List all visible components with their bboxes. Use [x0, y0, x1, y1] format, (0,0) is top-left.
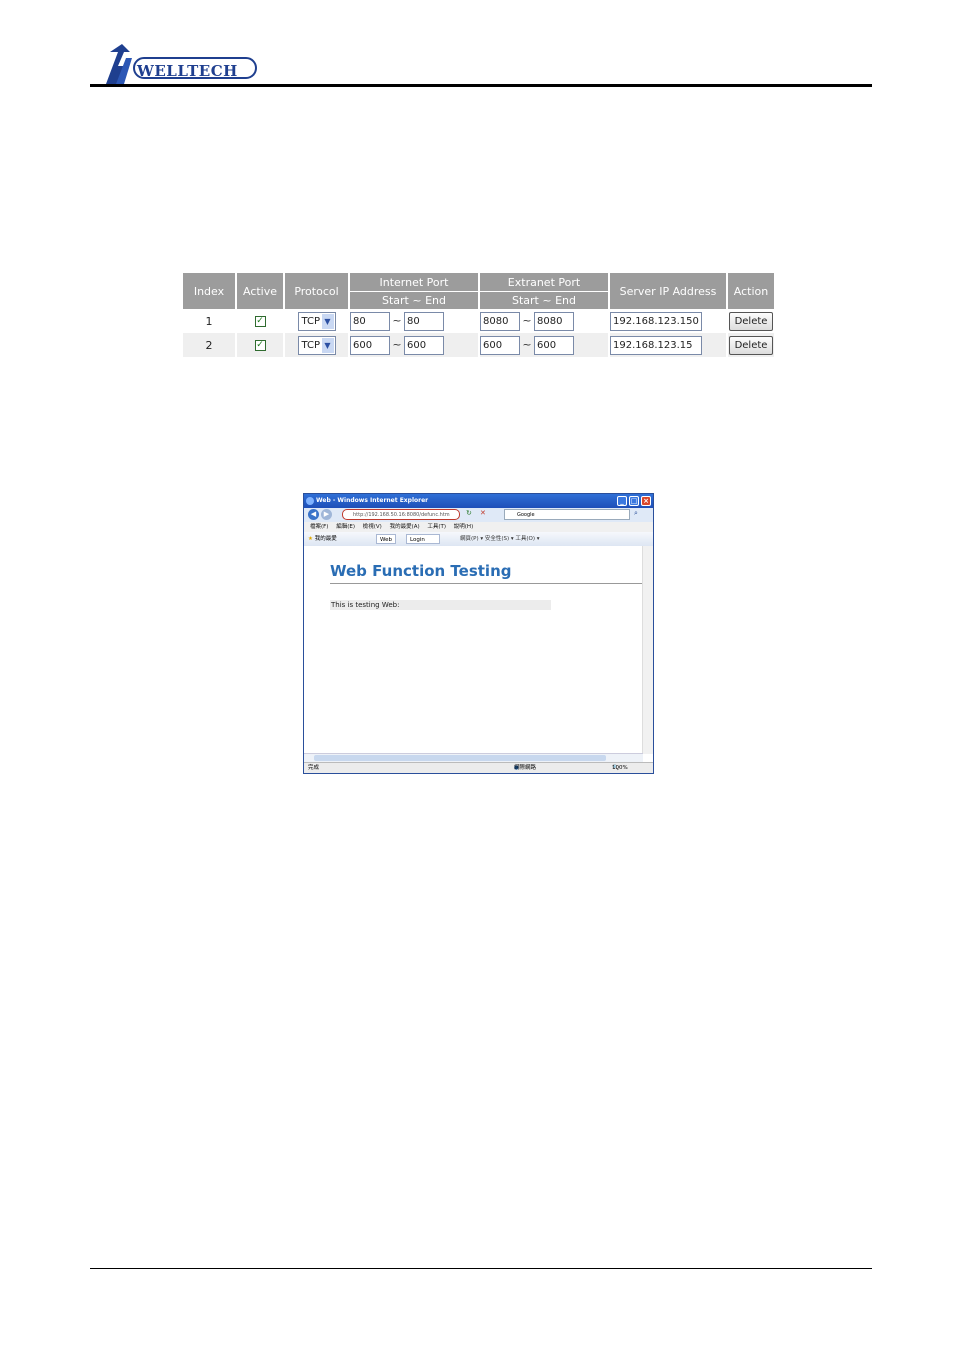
extranet-end-input[interactable]: 8080 — [534, 311, 574, 331]
tab-login[interactable]: Login — [406, 534, 440, 544]
refresh-icon[interactable]: ↻ — [466, 509, 472, 517]
window-title: Web - Windows Internet Explorer — [316, 497, 429, 504]
server-ip-input[interactable]: 192.168.123.15 — [610, 335, 702, 355]
row-index: 2 — [183, 333, 235, 357]
navigation-bar: ◀ ▶ http://192.168.50.16:8080/defunc.htm… — [304, 508, 653, 522]
table-row: 2 ✓ TCP ▼ 600 ~600 600 ~600 192.168.123.15 … — [183, 333, 774, 357]
protocol-select[interactable]: TCP ▼ — [297, 335, 336, 355]
delete-button[interactable]: Delete — [728, 311, 774, 331]
back-arrow-icon[interactable]: ◀ — [308, 509, 319, 520]
server-ip-input[interactable]: 192.168.123.150 — [610, 311, 702, 331]
search-input[interactable]: Google — [504, 509, 630, 520]
header-extranet-range: Start ~ End — [480, 291, 608, 309]
menu-view[interactable]: 檢視(V) — [363, 524, 382, 530]
menu-favorites[interactable]: 我的最愛(A) — [390, 524, 420, 530]
close-icon[interactable]: × — [641, 496, 651, 506]
menu-edit[interactable]: 編輯(E) — [336, 524, 355, 530]
menu-file[interactable]: 檔案(F) — [310, 524, 328, 530]
internet-start-input[interactable]: 80 — [350, 311, 390, 331]
page-heading: Web Function Testing — [330, 562, 512, 580]
table-row: 1 ✓ TCP ▼ 80 ~80 8080 ~8080 192.168.123.150… — [183, 309, 774, 333]
header-active: Active — [237, 273, 283, 309]
menu-bar: 檔案(F) 編輯(E) 檢視(V) 我的最愛(A) 工具(T) 說明(H) — [304, 522, 653, 532]
ie-logo-icon — [306, 497, 314, 505]
chevron-down-icon: ▼ — [321, 313, 334, 329]
favorites-button[interactable]: ★ 我的最愛 — [308, 532, 337, 546]
header-internet-port: Internet Port — [350, 273, 478, 291]
chevron-down-icon: ▼ — [321, 337, 334, 353]
menu-tools[interactable]: 工具(T) — [427, 524, 446, 530]
command-bar[interactable]: 網頁(P) ▾ 安全性(S) ▾ 工具(O) ▾ — [460, 532, 540, 546]
status-bar: 完成 ● 網際網路 🔍 100% — [304, 762, 653, 773]
star-icon: ★ — [308, 536, 313, 542]
internet-end-input[interactable]: 600 — [404, 335, 444, 355]
protocol-select[interactable]: TCP ▼ — [297, 311, 336, 331]
logo-text: WELLTECH — [137, 62, 238, 80]
search-icon[interactable]: ⌕ — [634, 509, 638, 518]
header-rule — [90, 84, 872, 87]
tab-bar: ★ 我的最愛 Web Login 網頁(P) ▾ 安全性(S) ▾ 工具(O) … — [304, 532, 653, 547]
minimize-icon[interactable]: _ — [617, 496, 627, 506]
header-protocol: Protocol — [285, 273, 348, 309]
page-text: This is testing Web: — [330, 600, 551, 610]
internet-start-input[interactable]: 600 — [350, 335, 390, 355]
row-index: 1 — [205, 314, 213, 328]
header-server-ip: Server IP Address — [610, 273, 726, 309]
scrollbar-thumb[interactable] — [314, 755, 606, 761]
forward-arrow-icon[interactable]: ▶ — [321, 509, 332, 520]
tab-web[interactable]: Web — [376, 534, 396, 544]
window-titlebar: Web - Windows Internet Explorer _ □ × — [304, 494, 653, 508]
header-index: Index — [183, 273, 235, 309]
extranet-start-input[interactable]: 600 — [480, 335, 520, 355]
maximize-icon[interactable]: □ — [629, 496, 639, 506]
active-checkbox[interactable]: ✓ — [254, 316, 266, 327]
delete-button[interactable]: Delete — [728, 335, 774, 355]
port-forwarding-table: Index Active Protocol Internet Port Extr… — [181, 273, 776, 357]
extranet-start-input[interactable]: 8080 — [480, 311, 520, 331]
menu-help[interactable]: 說明(H) — [454, 524, 473, 530]
header-extranet-port: Extranet Port — [480, 273, 608, 291]
stop-icon[interactable]: ✕ — [480, 509, 486, 517]
vertical-scrollbar[interactable] — [642, 546, 653, 754]
internet-end-input[interactable]: 80 — [404, 311, 444, 331]
address-bar[interactable]: http://192.168.50.16:8080/defunc.htm — [342, 509, 460, 520]
header-internet-range: Start ~ End — [350, 291, 478, 309]
extranet-end-input[interactable]: 600 — [534, 335, 574, 355]
page-content: Web Function Testing This is testing Web… — [304, 546, 643, 754]
status-text: 完成 — [308, 765, 320, 771]
browser-window: Web - Windows Internet Explorer _ □ × ◀ … — [303, 493, 654, 774]
active-checkbox[interactable]: ✓ — [254, 340, 266, 351]
footer-rule — [90, 1268, 872, 1269]
heading-rule — [330, 583, 642, 584]
header-action: Action — [728, 273, 774, 309]
